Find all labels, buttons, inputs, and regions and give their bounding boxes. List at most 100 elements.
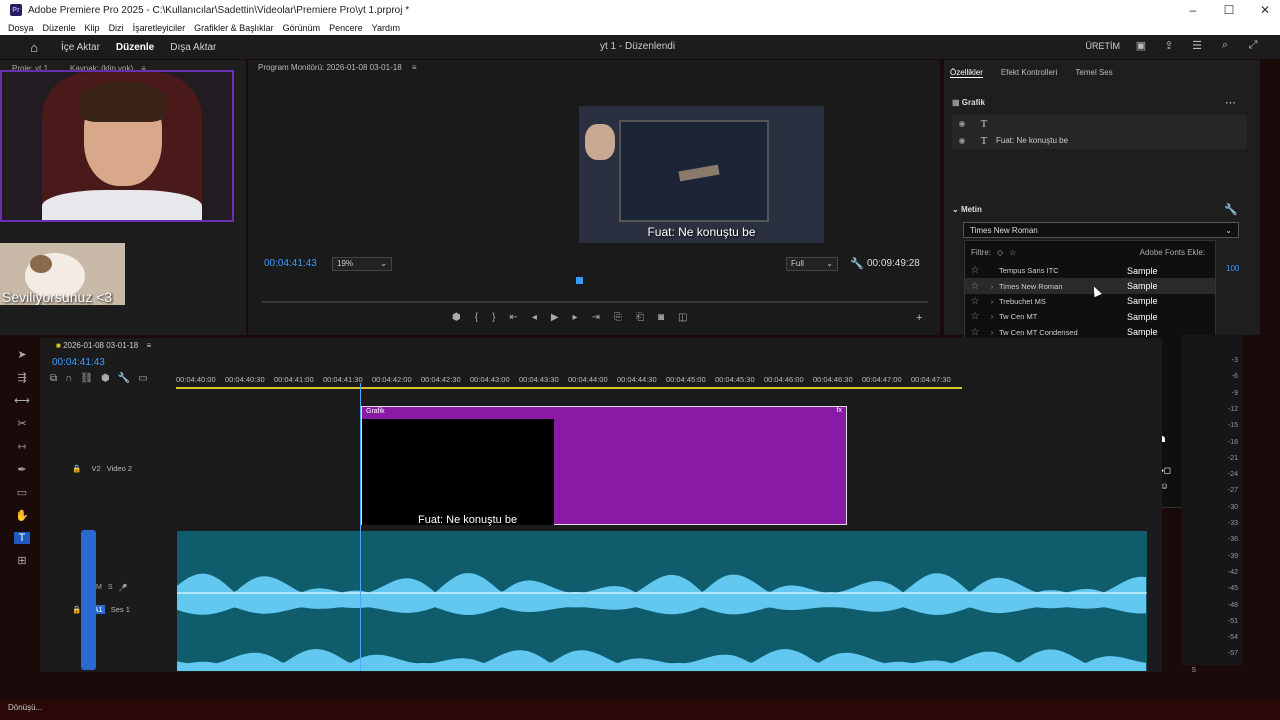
graphic-clip[interactable]: Grafik Fuat: Ne konuştu be fx bbox=[361, 406, 847, 526]
layer-row[interactable]: ◉ T Fuat: Ne konuştu be bbox=[952, 132, 1247, 149]
fullscreen-icon[interactable]: ⤢ bbox=[1246, 39, 1260, 53]
add-button-icon[interactable]: + bbox=[916, 312, 922, 324]
hand-tool-icon[interactable]: ✋ bbox=[15, 509, 29, 522]
menu-clip[interactable]: Klip bbox=[85, 23, 100, 33]
favorite-star-icon[interactable]: ☆ bbox=[965, 281, 985, 292]
slip-tool-icon[interactable]: ⇿ bbox=[17, 440, 26, 453]
menu-graphics[interactable]: Grafikler & Başlıklar bbox=[194, 23, 274, 33]
text-section-title[interactable]: ⌄ Metin bbox=[952, 205, 982, 214]
out-point-icon[interactable]: } bbox=[492, 312, 495, 323]
favorite-star-icon[interactable]: ☆ bbox=[965, 311, 985, 322]
razor-tool-icon[interactable]: ✂ bbox=[17, 417, 26, 430]
favorite-star-icon[interactable]: ☆ bbox=[965, 327, 985, 338]
linked-selection-icon[interactable]: ⛓ bbox=[80, 373, 93, 384]
track-select-tool-icon[interactable]: ⇶ bbox=[17, 371, 26, 384]
add-marker-icon[interactable]: ⬢ bbox=[101, 373, 110, 384]
tab-essential-sound[interactable]: Temel Ses bbox=[1075, 68, 1112, 78]
favorite-star-icon[interactable]: ☆ bbox=[965, 296, 985, 307]
expand-chevron-icon[interactable]: › bbox=[985, 297, 999, 306]
visibility-eye-icon[interactable]: ◉ bbox=[952, 119, 972, 128]
microphone-icon[interactable]: 🎤 bbox=[119, 584, 128, 592]
a1-track-source-indicator[interactable] bbox=[81, 530, 96, 670]
size-value[interactable]: 100 bbox=[1226, 264, 1239, 273]
font-list-item[interactable]: ☆ › Trebuchet MS Sample bbox=[965, 294, 1215, 309]
type-tool-icon[interactable]: T bbox=[14, 532, 30, 544]
solo-button[interactable]: S bbox=[108, 584, 113, 592]
visibility-eye-icon[interactable]: ◉ bbox=[952, 136, 972, 145]
menu-sequence[interactable]: Dizi bbox=[109, 23, 124, 33]
expand-chevron-icon[interactable]: › bbox=[985, 282, 999, 291]
workspace-import[interactable]: İçe Aktar bbox=[61, 42, 100, 53]
favorite-star-icon[interactable]: ☆ bbox=[965, 265, 985, 276]
add-marker-icon[interactable]: ⬢ bbox=[452, 312, 461, 323]
audio-clip[interactable] bbox=[177, 531, 1147, 671]
extract-icon[interactable]: ⎗ bbox=[636, 312, 644, 323]
compare-icon[interactable]: ◫ bbox=[678, 312, 687, 323]
font-list-item[interactable]: ☆ › Tw Cen MT Sample bbox=[965, 309, 1215, 324]
ripple-edit-tool-icon[interactable]: ⟷ bbox=[14, 394, 30, 407]
expand-chevron-icon[interactable]: › bbox=[985, 328, 999, 337]
step-back-icon[interactable]: ◂ bbox=[532, 312, 537, 323]
share-icon[interactable]: ⇪ bbox=[1162, 39, 1176, 53]
menu-edit[interactable]: Düzenle bbox=[43, 23, 76, 33]
maximize-icon[interactable]: ☐ bbox=[1214, 0, 1244, 20]
timeline-timecode[interactable]: 00:04:41:43 bbox=[52, 357, 105, 368]
menu-lines-icon[interactable]: ☰ bbox=[1190, 39, 1204, 53]
expand-chevron-icon[interactable]: › bbox=[985, 312, 999, 321]
menu-view[interactable]: Görünüm bbox=[283, 23, 321, 33]
workspace-edit[interactable]: Düzenle bbox=[116, 42, 154, 53]
program-playhead-marker[interactable] bbox=[576, 277, 583, 284]
sequence-tab[interactable]: ■ 2026-01-08 03-01-18 ≡ bbox=[56, 341, 151, 350]
selection-tool-icon[interactable]: ➤ bbox=[17, 348, 26, 361]
go-to-out-icon[interactable]: ⇥ bbox=[592, 312, 600, 323]
cloud-filter-icon[interactable]: ◇ bbox=[997, 248, 1003, 257]
menu-window[interactable]: Pencere bbox=[329, 23, 363, 33]
wrench-icon[interactable]: 🔧 bbox=[1224, 203, 1238, 216]
layer-row[interactable]: ◉ T bbox=[952, 115, 1247, 132]
nest-icon[interactable]: ⧉ bbox=[50, 373, 57, 384]
minimize-icon[interactable]: – bbox=[1178, 0, 1208, 20]
font-list-item[interactable]: ☆ › Times New Roman Sample bbox=[965, 278, 1215, 294]
menu-help[interactable]: Yardım bbox=[372, 23, 400, 33]
more-options-icon[interactable]: ⋯ bbox=[1225, 96, 1236, 109]
go-to-in-icon[interactable]: ⇤ bbox=[509, 312, 517, 323]
camera-icon[interactable]: ◙ bbox=[658, 312, 664, 323]
lift-icon[interactable]: ⎘ bbox=[614, 312, 622, 323]
meter-solo-label[interactable]: S bbox=[1191, 667, 1196, 674]
tab-effect-controls[interactable]: Efekt Kontrolleri bbox=[1001, 68, 1057, 78]
quality-select[interactable]: Full ⌄ bbox=[786, 257, 838, 271]
font-list-item[interactable]: ☆ Tempus Sans ITC Sample bbox=[965, 263, 1215, 278]
program-timecode[interactable]: 00:04:41:43 bbox=[264, 258, 317, 269]
close-icon[interactable]: ✕ bbox=[1250, 0, 1280, 20]
star-filter-icon[interactable]: ☆ bbox=[1009, 248, 1016, 257]
timeline-playhead[interactable] bbox=[360, 383, 361, 671]
captions-icon[interactable]: ▭ bbox=[138, 373, 147, 384]
workspace-export[interactable]: Dışa Aktar bbox=[170, 42, 216, 53]
step-forward-icon[interactable]: ▸ bbox=[573, 312, 578, 323]
pen-tool-icon[interactable]: ✒ bbox=[17, 463, 26, 476]
play-icon[interactable]: ▶ bbox=[551, 312, 559, 323]
menu-file[interactable]: Dosya bbox=[8, 23, 34, 33]
wrench-icon[interactable]: 🔧 bbox=[850, 257, 864, 270]
in-point-icon[interactable]: { bbox=[475, 312, 478, 323]
home-icon[interactable]: ⌂ bbox=[25, 40, 43, 55]
caption-tool-icon[interactable]: ⊞ bbox=[17, 554, 26, 567]
program-scrubber[interactable] bbox=[262, 301, 928, 303]
mute-button[interactable]: M bbox=[96, 584, 102, 592]
menu-markers[interactable]: İşaretleyiciler bbox=[133, 23, 186, 33]
track-id-v2[interactable]: V2 bbox=[91, 464, 100, 473]
lock-icon[interactable]: 🔒 bbox=[72, 605, 81, 614]
work-area-bar[interactable] bbox=[176, 387, 962, 389]
rectangle-tool-icon[interactable]: ▭ bbox=[17, 486, 27, 499]
tab-properties[interactable]: Özellikler bbox=[950, 68, 983, 78]
settings-wrench-icon[interactable]: 🔧 bbox=[118, 373, 130, 384]
search-icon[interactable]: ⌕ bbox=[1218, 39, 1232, 53]
program-video-frame[interactable]: Fuat: Ne konuştu be bbox=[579, 106, 824, 243]
adobe-fonts-label[interactable]: Adobe Fonts Ekle: bbox=[1140, 248, 1205, 257]
program-monitor-title[interactable]: Program Monitörü: 2026-01-08 03-01-18 ≡ bbox=[258, 63, 417, 72]
zoom-select[interactable]: 19% ⌄ bbox=[332, 257, 392, 271]
font-family-select[interactable]: Times New Roman ⌄ bbox=[963, 222, 1239, 238]
lock-icon[interactable]: 🔒 bbox=[72, 464, 81, 473]
production-label[interactable]: ÜRETİM bbox=[1086, 41, 1121, 51]
snap-icon[interactable]: ∩ bbox=[65, 373, 72, 384]
